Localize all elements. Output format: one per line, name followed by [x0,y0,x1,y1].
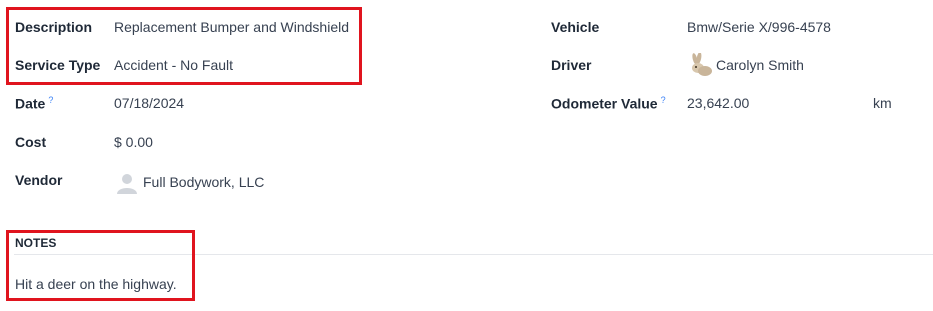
driver-field[interactable]: Carolyn Smith [716,57,804,73]
odometer-label: Odometer Value? [551,95,666,112]
vehicle-label: Vehicle [551,19,600,35]
odometer-field[interactable]: 23,642.00 [687,95,749,111]
notes-divider [14,254,933,255]
date-field[interactable]: 07/18/2024 [114,95,184,111]
cost-field[interactable]: $ 0.00 [114,134,153,150]
service-type-label: Service Type [15,57,101,73]
odometer-label-text: Odometer Value [551,95,658,112]
date-label: Date? [15,95,53,112]
rabbit-avatar-icon [692,53,712,76]
date-help-icon[interactable]: ? [48,95,53,105]
vendor-label: Vendor [15,172,63,188]
odometer-help-icon[interactable]: ? [661,95,666,105]
description-field[interactable]: Replacement Bumper and Windshield [114,19,349,35]
date-label-text: Date [15,95,46,112]
cost-label: Cost [15,134,47,150]
service-type-field[interactable]: Accident - No Fault [114,57,233,73]
notes-field[interactable]: Hit a deer on the highway. [15,276,177,292]
notes-heading: NOTES [15,236,57,250]
driver-label: Driver [551,57,592,73]
odometer-unit: km [873,95,892,111]
user-placeholder-icon [117,174,137,194]
description-label: Description [15,19,93,35]
vehicle-field[interactable]: Bmw/Serie X/996-4578 [687,19,831,35]
vendor-field[interactable]: Full Bodywork, LLC [143,174,264,190]
